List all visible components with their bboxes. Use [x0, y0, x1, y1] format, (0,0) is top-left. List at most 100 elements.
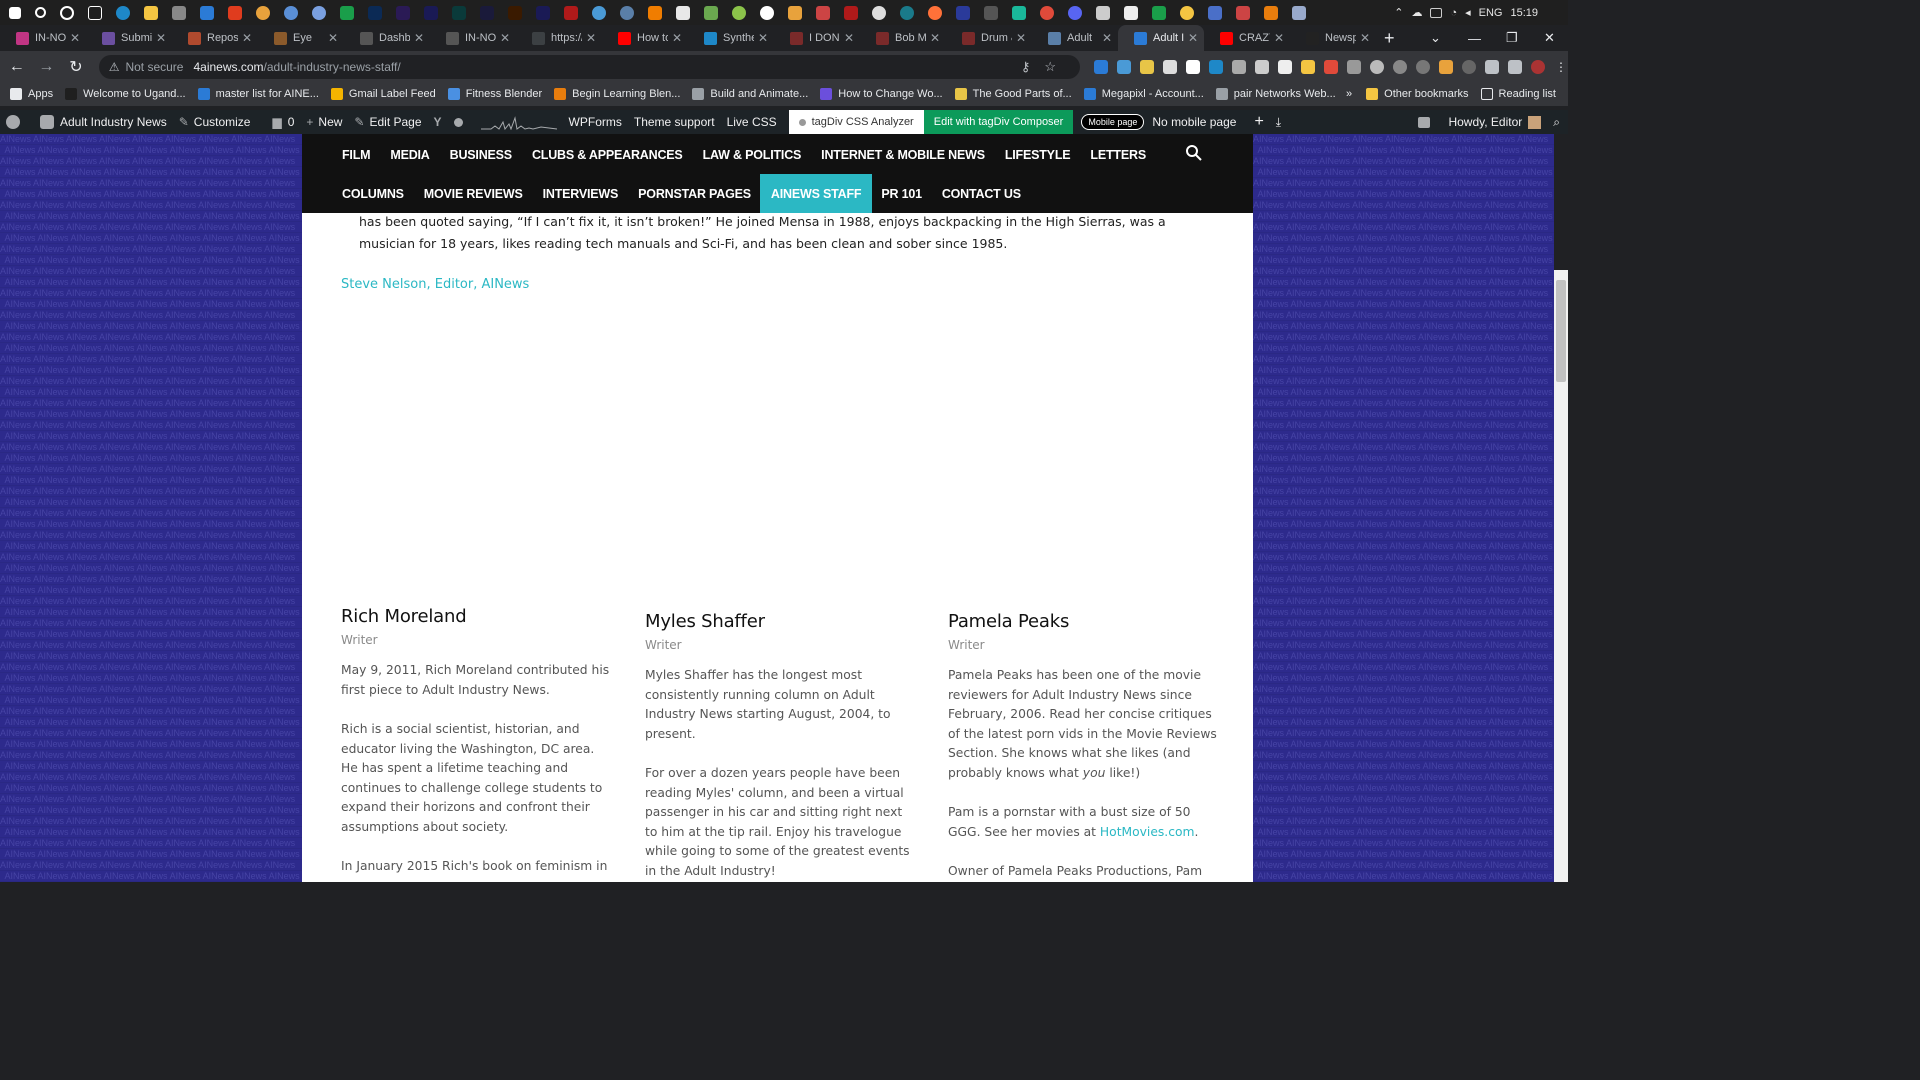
maximize-button[interactable]: ❐: [1506, 25, 1518, 51]
forward-button[interactable]: →: [34, 58, 60, 76]
browser-tab[interactable]: https:// ✕: [516, 25, 602, 51]
close-tab-icon[interactable]: ✕: [1016, 31, 1026, 45]
app-icon[interactable]: [732, 5, 746, 20]
bookmarks-more-button[interactable]: »: [1346, 88, 1352, 100]
extension-icon[interactable]: [1416, 59, 1430, 74]
nav-item-law-politics[interactable]: LAW & POLITICS: [703, 148, 802, 162]
acrobat-icon[interactable]: [564, 5, 578, 20]
app-icon[interactable]: [1152, 5, 1166, 20]
css-analyzer-toggle[interactable]: tagDiv CSS Analyzer: [788, 110, 924, 134]
media-icon[interactable]: [1508, 59, 1522, 74]
browser-tab[interactable]: Drum & ✕: [946, 25, 1032, 51]
status-dot-icon[interactable]: [453, 117, 469, 127]
browser-tab[interactable]: Eye ✕: [258, 25, 344, 51]
extension-icon[interactable]: [1324, 59, 1338, 74]
browser-tab[interactable]: Synthe ✕: [688, 25, 774, 51]
download-icon[interactable]: ⤓: [1276, 115, 1281, 130]
app-icon[interactable]: [1040, 5, 1054, 20]
yoast-icon[interactable]: Y: [434, 115, 442, 129]
after-effects-icon[interactable]: [424, 5, 438, 20]
app-icon[interactable]: [956, 5, 970, 20]
app-icon[interactable]: [312, 5, 326, 20]
nav-item-pr-101[interactable]: PR 101: [881, 187, 922, 201]
edit-page-link[interactable]: ✎ Edit Page: [354, 115, 421, 129]
app-icon[interactable]: [872, 5, 886, 20]
audition-icon[interactable]: [452, 5, 466, 20]
app-icon[interactable]: [760, 5, 774, 20]
premiere-icon[interactable]: [396, 5, 410, 20]
app-icon[interactable]: [1208, 5, 1222, 20]
live-css-link[interactable]: Live CSS: [727, 115, 777, 129]
notification-icon[interactable]: [1418, 116, 1436, 128]
extension-icon[interactable]: [1255, 59, 1269, 74]
puzzle-icon[interactable]: [1485, 59, 1499, 74]
close-tab-icon[interactable]: ✕: [930, 31, 940, 45]
security-label[interactable]: Not secure: [125, 60, 183, 74]
close-tab-icon[interactable]: ✕: [1274, 31, 1284, 45]
nav-item-business[interactable]: BUSINESS: [450, 148, 513, 162]
bookmark-item[interactable]: Megapixl - Account...: [1083, 88, 1204, 100]
network-icon[interactable]: ◔: [1450, 7, 1457, 19]
close-tab-icon[interactable]: ✕: [328, 31, 338, 45]
warning-icon[interactable]: ⚠: [109, 60, 120, 74]
nav-item-ainews-staff[interactable]: AINEWS STAFF: [759, 174, 873, 213]
new-tab-button[interactable]: +: [1384, 28, 1395, 49]
tab-search-icon[interactable]: ⌄: [1430, 25, 1441, 51]
search-icon[interactable]: [1185, 144, 1203, 162]
extension-icon[interactable]: [1094, 59, 1108, 74]
browser-tab[interactable]: Dashb ✕: [344, 25, 430, 51]
bookmark-item[interactable]: Build and Animate...: [692, 88, 808, 100]
browser-tab[interactable]: IN-NO ✕: [0, 25, 86, 51]
browser-tab[interactable]: Adult I ✕: [1118, 25, 1204, 51]
close-tab-icon[interactable]: ✕: [70, 31, 80, 45]
nav-item-lifestyle[interactable]: LIFESTYLE: [1005, 148, 1071, 162]
bookmark-item[interactable]: Apps: [10, 88, 53, 100]
file-explorer-icon[interactable]: [144, 5, 158, 20]
close-tab-icon[interactable]: ✕: [758, 31, 768, 45]
hotmovies-link[interactable]: HotMovies.com: [1100, 825, 1195, 839]
nav-item-media[interactable]: MEDIA: [390, 148, 429, 162]
app-icon[interactable]: [284, 5, 298, 20]
nav-item-clubs-appearances[interactable]: CLUBS & APPEARANCES: [532, 148, 683, 162]
other-bookmarks[interactable]: Other bookmarks: [1366, 88, 1469, 100]
customize-link[interactable]: ✎ Customize: [179, 115, 251, 129]
extension-icon[interactable]: [1232, 59, 1246, 74]
bookmark-item[interactable]: Begin Learning Blen...: [554, 88, 680, 100]
menu-icon[interactable]: ⋮: [1554, 60, 1568, 74]
app-icon[interactable]: [1292, 5, 1306, 20]
extension-icon[interactable]: [1301, 59, 1315, 74]
close-tab-icon[interactable]: ✕: [1360, 31, 1370, 45]
store-icon[interactable]: [200, 5, 214, 20]
chevron-up-icon[interactable]: ⌃: [1394, 6, 1403, 19]
close-tab-icon[interactable]: ✕: [414, 31, 424, 45]
browser-tab[interactable]: I DON' ✕: [774, 25, 860, 51]
filezilla-icon[interactable]: [844, 5, 858, 20]
calculator-icon[interactable]: [172, 5, 186, 20]
app-icon[interactable]: [592, 5, 606, 20]
browser-tab[interactable]: Adult ✕: [1032, 25, 1118, 51]
app-icon[interactable]: [788, 5, 802, 20]
illustrator-icon[interactable]: [508, 5, 522, 20]
app-icon[interactable]: [620, 5, 634, 20]
howdy-user-menu[interactable]: Howdy, Editor: [1448, 115, 1542, 129]
cloud-icon[interactable]: ☁: [1411, 6, 1422, 19]
add-button[interactable]: +: [1254, 113, 1263, 131]
mobile-page-badge[interactable]: Mobile page: [1081, 114, 1145, 130]
editor-link[interactable]: Steve Nelson, Editor, AINews: [341, 277, 529, 292]
bookmark-item[interactable]: pair Networks Web...: [1215, 88, 1336, 100]
search-icon[interactable]: ⌕: [1553, 115, 1560, 130]
volume-icon[interactable]: ◂: [1465, 6, 1471, 19]
browser-tab[interactable]: Newsp ✕: [1290, 25, 1376, 51]
bookmark-item[interactable]: Gmail Label Feed: [330, 88, 436, 100]
close-tab-icon[interactable]: ✕: [1102, 31, 1112, 45]
extension-icon[interactable]: [1439, 59, 1453, 74]
comments-link[interactable]: ▆ 0: [272, 115, 294, 129]
nav-item-internet-mobile-news[interactable]: INTERNET & MOBILE NEWS: [821, 148, 985, 162]
nav-item-contact-us[interactable]: CONTACT US: [942, 187, 1021, 201]
sheets-icon[interactable]: [340, 5, 354, 20]
character-animator-icon[interactable]: [480, 5, 494, 20]
app-icon[interactable]: [984, 5, 998, 20]
extension-icon[interactable]: [1117, 59, 1131, 74]
battery-icon[interactable]: [1430, 7, 1443, 18]
close-tab-icon[interactable]: ✕: [1188, 31, 1198, 45]
